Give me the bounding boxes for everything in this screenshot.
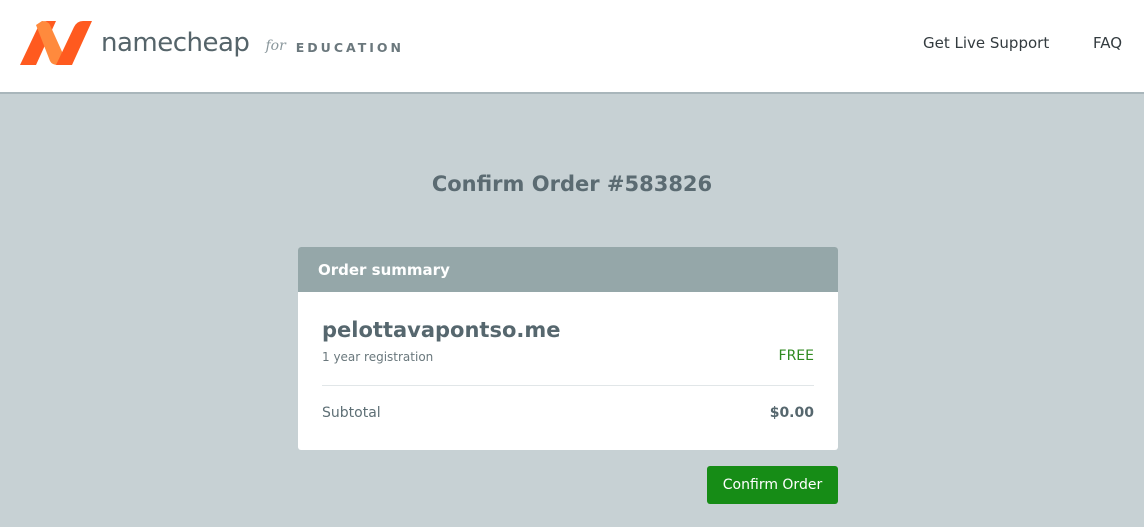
page-title: Confirm Order #583826 <box>431 172 713 196</box>
logo-education-text: EDUCATION <box>295 39 404 55</box>
registration-term: 1 year registration <box>322 350 434 364</box>
nav-live-support-link[interactable]: Get Live Support <box>923 34 1049 52</box>
subtotal-value: $0.00 <box>769 405 814 421</box>
order-summary-card: Order summary pelottavapontso.me 1 year … <box>298 247 838 450</box>
item-price: FREE <box>778 348 814 364</box>
namecheap-logo-icon <box>20 21 92 65</box>
logo-wordmark: namecheap <box>101 28 250 58</box>
nav-faq-link[interactable]: FAQ <box>1093 34 1122 52</box>
confirm-order-button[interactable]: Confirm Order <box>707 466 838 504</box>
order-summary-heading: Order summary <box>298 247 838 292</box>
summary-divider <box>322 385 814 386</box>
subtotal-label: Subtotal <box>322 405 381 421</box>
domain-name: pelottavapontso.me <box>322 318 561 342</box>
logo-for-text: for <box>265 38 286 54</box>
site-header: namecheap for EDUCATION Get Live Support… <box>0 0 1144 94</box>
namecheap-logo[interactable]: namecheap for EDUCATION <box>14 21 404 65</box>
